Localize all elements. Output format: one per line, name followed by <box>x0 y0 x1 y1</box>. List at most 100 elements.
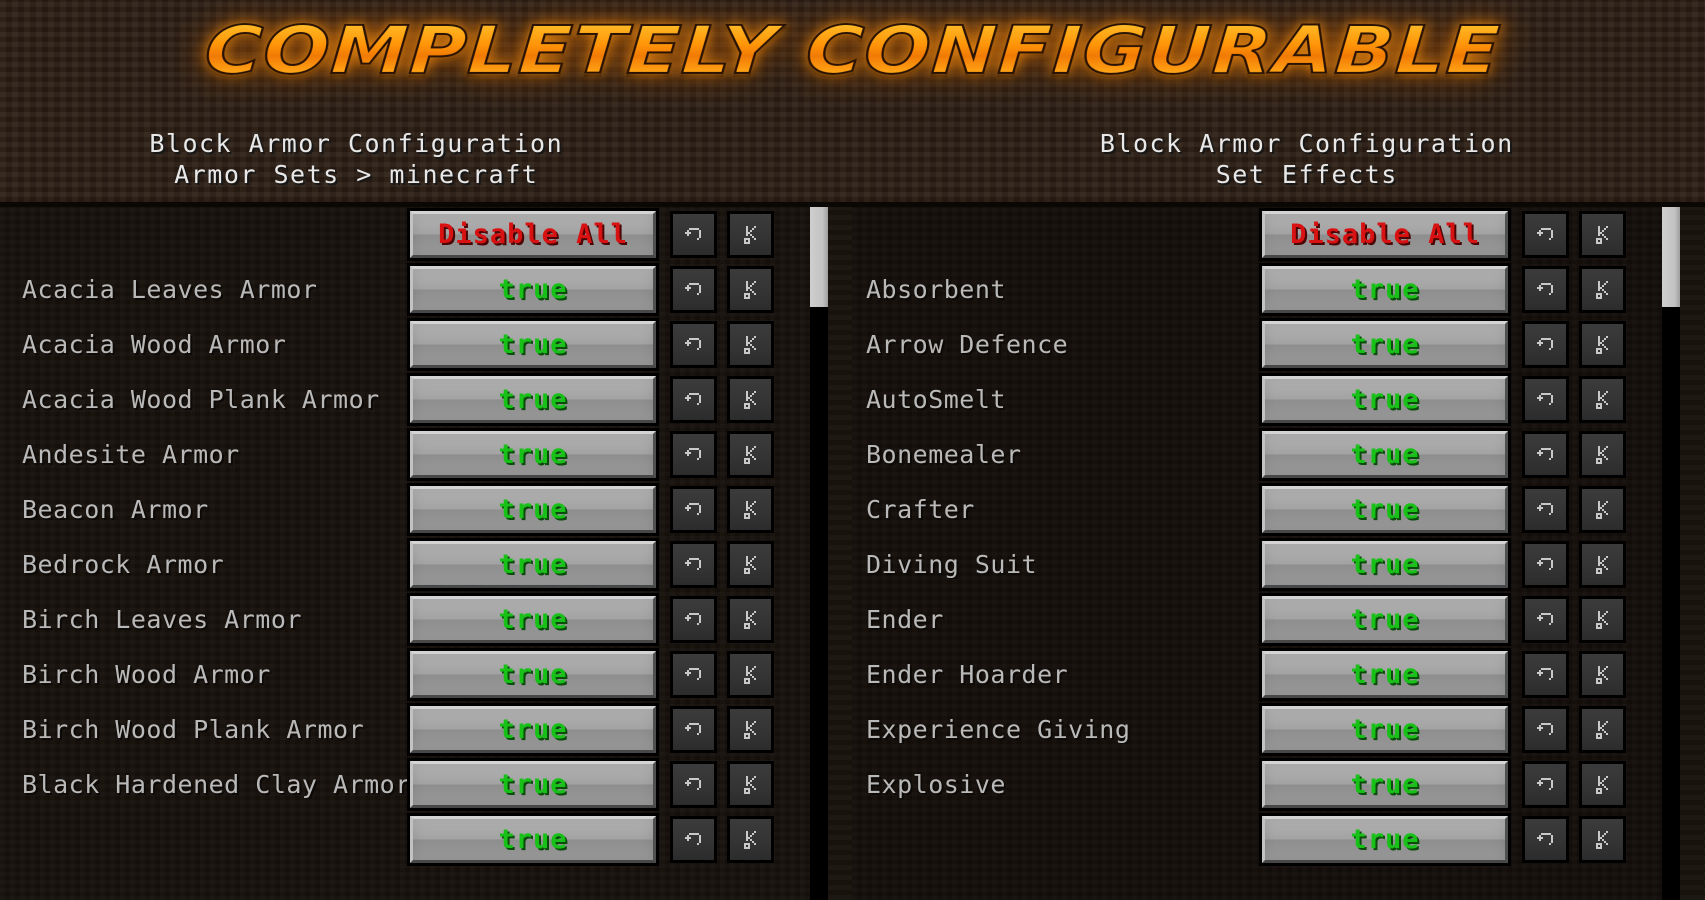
right-cut-button-0[interactable] <box>1579 266 1626 313</box>
right-reset-button-8[interactable] <box>1522 706 1569 753</box>
right-toggle-button[interactable]: true <box>1259 758 1511 811</box>
left-toggle-button[interactable]: true <box>407 263 659 316</box>
right-cut-button-10[interactable] <box>1579 816 1626 863</box>
left-toggle-button[interactable]: true <box>407 758 659 811</box>
undo-arrow-icon <box>683 554 705 576</box>
left-cut-button-7[interactable] <box>727 651 774 698</box>
right-toggle-button[interactable]: true <box>1259 483 1511 536</box>
left-toggle-button[interactable]: true <box>407 813 659 866</box>
left-row-label: Birch Leaves Armor <box>22 605 302 634</box>
right-panel-gutter <box>1680 207 1704 900</box>
left-cut-button-9[interactable] <box>727 761 774 808</box>
right-reset-button-2[interactable] <box>1522 376 1569 423</box>
right-toggle-button[interactable]: true <box>1259 648 1511 701</box>
right-reset-button-6[interactable] <box>1522 596 1569 643</box>
right-toggle-button[interactable]: true <box>1259 593 1511 646</box>
right-reset-button-5[interactable] <box>1522 541 1569 588</box>
right-toggle-button[interactable]: true <box>1259 703 1511 756</box>
right-reset-button-9[interactable] <box>1522 761 1569 808</box>
right-toggle-button[interactable]: true <box>1259 428 1511 481</box>
right-toggle-button[interactable]: true <box>1259 813 1511 866</box>
left-cut-button-6[interactable] <box>727 596 774 643</box>
left-reset-button-10[interactable] <box>670 816 717 863</box>
right-cut-button-3[interactable] <box>1579 431 1626 478</box>
left-toggle-button[interactable]: true <box>407 318 659 371</box>
left-panel-scrollbar[interactable] <box>810 207 828 900</box>
scissors-icon <box>1592 829 1614 851</box>
undo-arrow-icon <box>683 499 705 521</box>
right-scrollbar-thumb[interactable] <box>1662 207 1680 307</box>
left-reset-button-4[interactable] <box>670 486 717 533</box>
left-row-label: Acacia Leaves Armor <box>22 275 318 304</box>
right-disable-all-button[interactable]: Disable All <box>1259 208 1511 261</box>
left-reset-button-2[interactable] <box>670 376 717 423</box>
table-row: Absorbent true <box>852 262 1704 317</box>
left-cut-button-1[interactable] <box>727 321 774 368</box>
left-toggle-button[interactable]: true <box>407 593 659 646</box>
right-panel-scrollbar[interactable] <box>1662 207 1680 900</box>
right-toggle-button[interactable]: true <box>1259 538 1511 591</box>
right-cut-button-6[interactable] <box>1579 596 1626 643</box>
right-reset-button-4[interactable] <box>1522 486 1569 533</box>
right-cut-button-7[interactable] <box>1579 651 1626 698</box>
right-reset-button-header[interactable] <box>1522 211 1569 258</box>
left-scrollbar-thumb[interactable] <box>810 207 828 307</box>
left-reset-button-7[interactable] <box>670 651 717 698</box>
right-row-label: Bonemealer <box>866 440 1022 469</box>
left-toggle-button[interactable]: true <box>407 428 659 481</box>
right-reset-button-10[interactable] <box>1522 816 1569 863</box>
left-toggle-button[interactable]: true <box>407 648 659 701</box>
right-cut-button-8[interactable] <box>1579 706 1626 753</box>
right-reset-button-0[interactable] <box>1522 266 1569 313</box>
left-reset-button-9[interactable] <box>670 761 717 808</box>
left-toggle-button[interactable]: true <box>407 483 659 536</box>
right-toggle-button[interactable]: true <box>1259 318 1511 371</box>
left-reset-button-3[interactable] <box>670 431 717 478</box>
table-row: Crafter true <box>852 482 1704 537</box>
left-cut-button-4[interactable] <box>727 486 774 533</box>
right-reset-button-1[interactable] <box>1522 321 1569 368</box>
left-reset-button-0[interactable] <box>670 266 717 313</box>
left-reset-button-8[interactable] <box>670 706 717 753</box>
left-cut-button-3[interactable] <box>727 431 774 478</box>
left-cut-button-0[interactable] <box>727 266 774 313</box>
left-cut-button-10[interactable] <box>727 816 774 863</box>
right-reset-button-7[interactable] <box>1522 651 1569 698</box>
scissors-icon <box>740 444 762 466</box>
right-cut-button-5[interactable] <box>1579 541 1626 588</box>
undo-arrow-icon <box>683 224 705 246</box>
left-reset-button-6[interactable] <box>670 596 717 643</box>
left-cut-button-2[interactable] <box>727 376 774 423</box>
right-cut-button-9[interactable] <box>1579 761 1626 808</box>
left-row-label: Beacon Armor <box>22 495 209 524</box>
scissors-icon <box>1592 774 1614 796</box>
left-disable-all-button[interactable]: Disable All <box>407 208 659 261</box>
right-toggle-value: true <box>1350 604 1420 635</box>
panels-container: Disable All Acacia Leaves Armor true Acacia… <box>0 207 1705 900</box>
right-cut-button-1[interactable] <box>1579 321 1626 368</box>
undo-arrow-icon <box>683 829 705 851</box>
undo-arrow-icon <box>683 609 705 631</box>
left-reset-button-5[interactable] <box>670 541 717 588</box>
left-reset-button-1[interactable] <box>670 321 717 368</box>
left-toggle-button[interactable]: true <box>407 373 659 426</box>
undo-arrow-icon <box>683 444 705 466</box>
left-toggle-button[interactable]: true <box>407 538 659 591</box>
left-cut-button-8[interactable] <box>727 706 774 753</box>
app-logo: COMPLETELY CONFIGURABLE <box>201 11 1503 90</box>
left-reset-button-header[interactable] <box>670 211 717 258</box>
right-row-label: Absorbent <box>866 275 1006 304</box>
scissors-icon <box>740 664 762 686</box>
left-cut-button-5[interactable] <box>727 541 774 588</box>
right-toggle-button[interactable]: true <box>1259 373 1511 426</box>
right-reset-button-3[interactable] <box>1522 431 1569 478</box>
right-cut-button-header[interactable] <box>1579 211 1626 258</box>
right-toggle-button[interactable]: true <box>1259 263 1511 316</box>
table-row: Acacia Leaves Armor true <box>0 262 852 317</box>
left-cut-button-header[interactable] <box>727 211 774 258</box>
right-cut-button-2[interactable] <box>1579 376 1626 423</box>
undo-arrow-icon <box>1535 554 1557 576</box>
right-cut-button-4[interactable] <box>1579 486 1626 533</box>
left-toggle-button[interactable]: true <box>407 703 659 756</box>
undo-arrow-icon <box>1535 279 1557 301</box>
